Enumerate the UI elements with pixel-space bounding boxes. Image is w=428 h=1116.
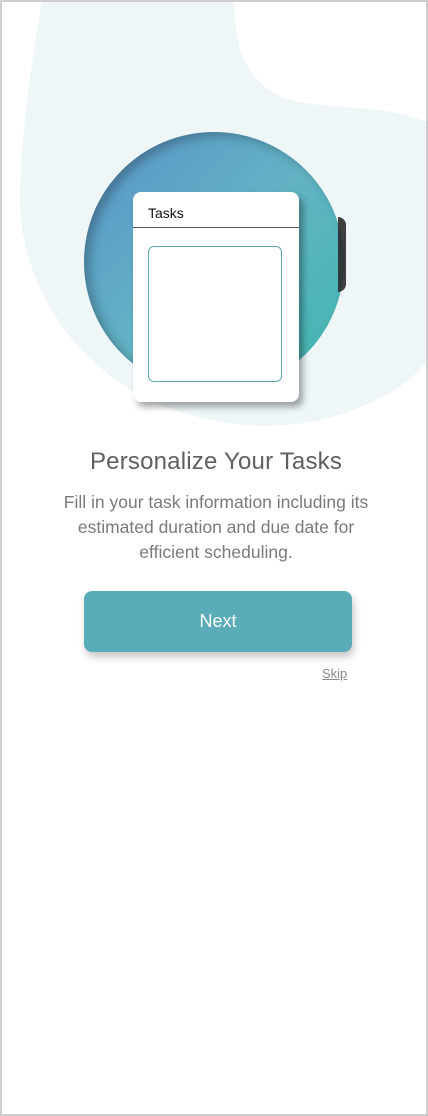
next-button[interactable]: Next bbox=[84, 591, 352, 652]
tasks-card-title: Tasks bbox=[148, 205, 184, 221]
tasks-card-divider bbox=[133, 227, 299, 228]
page-description: Fill in your task information including … bbox=[63, 492, 369, 562]
onboarding-screen: Tasks Personalize Your Tasks Fill in you… bbox=[0, 0, 428, 1116]
tasks-card-content-box bbox=[148, 246, 282, 382]
page-title: Personalize Your Tasks bbox=[89, 448, 343, 475]
hero-circle-shadow-edge bbox=[338, 217, 346, 292]
tasks-preview-card: Tasks bbox=[133, 192, 299, 402]
skip-link[interactable]: Skip bbox=[322, 666, 347, 681]
